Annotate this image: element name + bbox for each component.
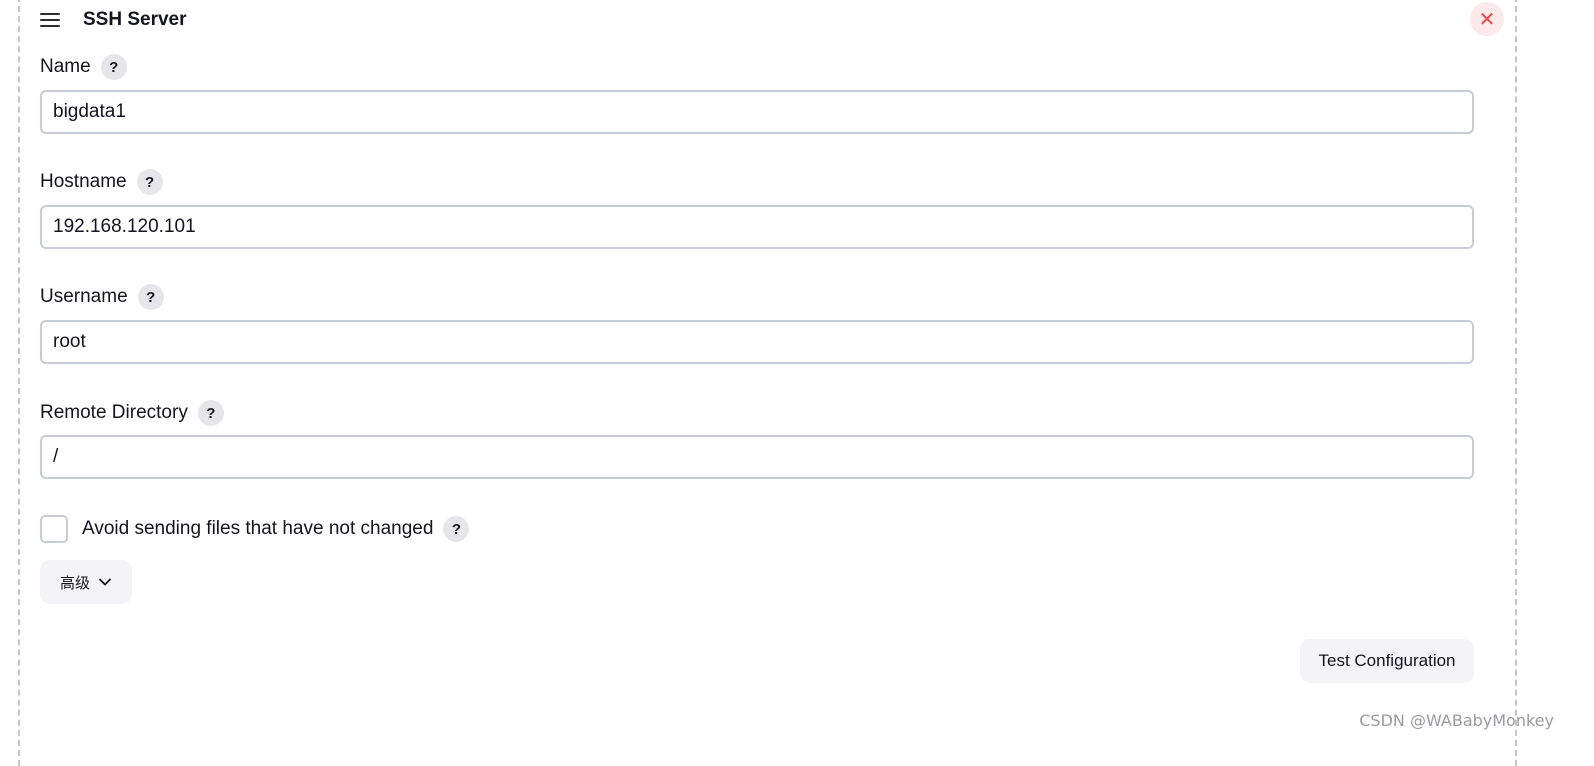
name-label: Name [40,56,91,77]
avoid-sending-checkbox[interactable] [40,515,68,543]
hostname-input[interactable] [40,205,1474,249]
remote-directory-help-icon[interactable]: ? [197,400,224,426]
avoid-sending-help-icon[interactable]: ? [443,516,470,542]
name-help-icon[interactable]: ? [100,54,127,80]
panel-title: SSH Server [83,9,187,30]
test-configuration-button[interactable]: Test Configuration [1300,639,1474,683]
avoid-sending-row: Avoid sending files that have not change… [40,515,470,543]
hostname-help-icon[interactable]: ? [136,169,163,195]
hamburger-menu-icon[interactable] [40,13,60,27]
close-button[interactable]: ✕ [1470,2,1504,36]
panel-header: SSH Server [40,0,187,40]
remote-directory-input[interactable] [40,435,1474,479]
watermark: CSDN @WABabyMonkey [1359,711,1554,730]
remote-directory-label: Remote Directory [40,402,188,423]
advanced-button[interactable]: 高级 [40,560,132,604]
hostname-label: Hostname [40,171,127,192]
chevron-down-icon [99,578,111,586]
username-label-row: Username ? [40,283,164,311]
remote-directory-label-row: Remote Directory ? [40,399,224,427]
name-label-row: Name ? [40,53,127,81]
username-input[interactable] [40,320,1474,364]
avoid-sending-label[interactable]: Avoid sending files that have not change… [82,518,433,540]
username-label: Username [40,286,128,307]
username-help-icon[interactable]: ? [137,284,164,310]
hostname-label-row: Hostname ? [40,168,163,196]
advanced-button-label: 高级 [59,573,90,592]
close-icon: ✕ [1478,8,1496,31]
name-input[interactable] [40,90,1474,134]
